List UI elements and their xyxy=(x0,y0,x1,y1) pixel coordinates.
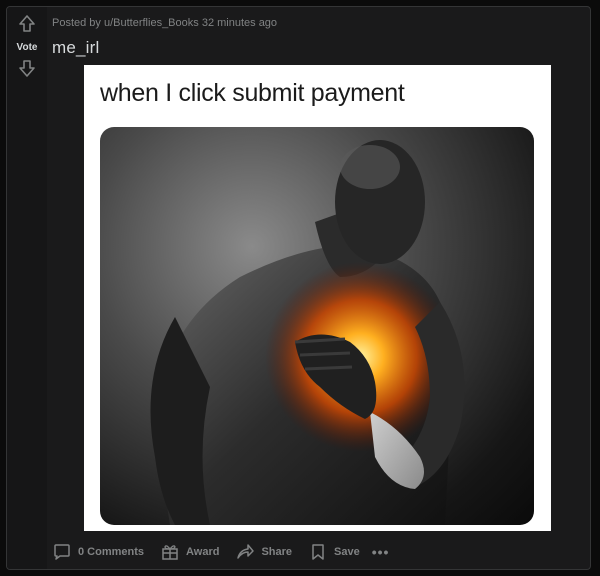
save-icon xyxy=(308,542,328,562)
post-image[interactable]: when I click submit payment xyxy=(84,65,551,531)
post-actions: 0 Comments Award Share Save ••• xyxy=(52,541,389,563)
save-button[interactable]: Save xyxy=(308,542,360,562)
posted-by-label: Posted by xyxy=(52,17,101,29)
post-title[interactable]: me_irl xyxy=(52,38,100,58)
more-icon[interactable]: ••• xyxy=(372,544,390,560)
downvote-arrow-icon[interactable] xyxy=(17,58,37,78)
share-icon xyxy=(235,542,255,562)
comments-button[interactable]: 0 Comments xyxy=(52,542,144,562)
comments-label: 0 Comments xyxy=(78,546,145,558)
post-time: 32 minutes ago xyxy=(201,17,278,29)
meme-caption: when I click submit payment xyxy=(100,79,405,107)
vote-column: Vote xyxy=(7,7,47,569)
comment-icon xyxy=(52,542,72,562)
share-label: Share xyxy=(261,546,293,558)
award-button[interactable]: Award xyxy=(160,542,219,562)
post-card: Vote Posted by u/Butterflies_Books 32 mi… xyxy=(6,6,591,570)
award-label: Award xyxy=(186,546,220,558)
post-meta: Posted by u/Butterflies_Books 32 minutes… xyxy=(52,17,277,29)
upvote-arrow-icon[interactable] xyxy=(17,14,37,34)
author-link[interactable]: u/Butterflies_Books xyxy=(104,17,199,29)
vote-label: Vote xyxy=(16,42,38,53)
save-label: Save xyxy=(334,546,360,558)
share-button[interactable]: Share xyxy=(235,542,292,562)
award-icon xyxy=(160,542,180,562)
meme-photo xyxy=(100,127,534,525)
